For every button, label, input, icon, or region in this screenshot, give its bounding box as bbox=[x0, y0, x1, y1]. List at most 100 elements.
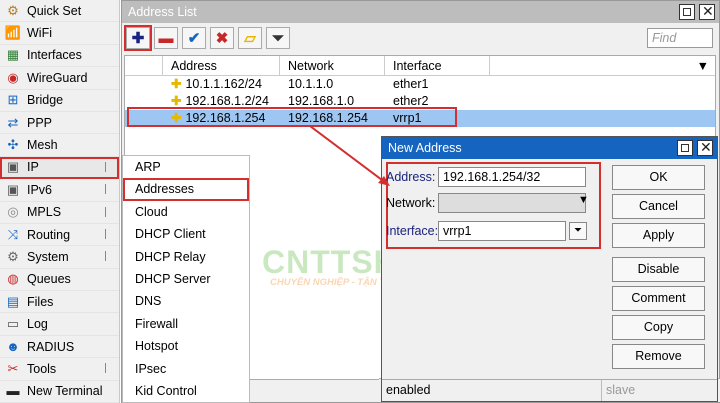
routing-icon: ⤨ bbox=[7, 226, 19, 242]
submenu-item-cloud[interactable]: Cloud bbox=[123, 201, 249, 223]
address-icon: ✚ bbox=[171, 94, 182, 108]
note-icon: ▱ bbox=[244, 30, 256, 47]
sidebar-item-mpls[interactable]: ◎ MPLS bbox=[0, 202, 119, 224]
filter-button[interactable]: ⏷ bbox=[266, 27, 290, 49]
terminal-icon: ▬ bbox=[6, 383, 20, 399]
submenu-item-arp[interactable]: ARP bbox=[123, 156, 249, 178]
comment-button[interactable]: ▱ bbox=[238, 27, 262, 49]
copy-button[interactable]: Copy bbox=[612, 315, 705, 340]
find-input[interactable]: Find bbox=[647, 28, 713, 48]
mesh-icon: ✣ bbox=[7, 137, 19, 153]
interface-select[interactable]: vrrp1 bbox=[438, 221, 566, 241]
submenu-item-dhcp-client[interactable]: DHCP Client bbox=[123, 223, 249, 245]
sidebar-item-system[interactable]: ⚙ System bbox=[0, 246, 119, 269]
sidebar-item-files[interactable]: ▤ Files bbox=[0, 291, 119, 314]
sidebar-item-queues[interactable]: ◍ Queues bbox=[0, 269, 119, 292]
table-row[interactable]: ✚ 10.1.1.162/24 10.1.1.0 ether1 bbox=[125, 76, 715, 93]
sidebar-item-tools[interactable]: ✂ Tools bbox=[0, 358, 119, 381]
queues-icon: ◍ bbox=[7, 271, 19, 287]
sidebar-item-wifi[interactable]: 📶 WiFi bbox=[0, 22, 119, 45]
minus-icon: ▬ bbox=[158, 29, 174, 47]
window-title: Address List bbox=[128, 5, 197, 19]
table-header: Address Network Interface ▼ bbox=[125, 56, 715, 76]
sidebar-item-ip[interactable]: ▣ IP bbox=[0, 156, 119, 180]
submenu-item-hotspot[interactable]: Hotspot bbox=[123, 335, 249, 357]
sidebar-item-label: Mesh bbox=[27, 138, 58, 153]
network-dropdown-icon[interactable]: ▼ bbox=[578, 194, 589, 206]
remove-button[interactable]: Remove bbox=[612, 344, 705, 369]
address-row: Address: 192.168.1.254/32 bbox=[386, 167, 586, 187]
col-interface[interactable]: Interface bbox=[385, 56, 490, 75]
disable-button[interactable]: ✖ bbox=[210, 27, 234, 49]
col-network[interactable]: Network bbox=[280, 56, 385, 75]
dialog-title: New Address bbox=[388, 141, 462, 155]
sidebar-item-new-terminal[interactable]: ▬ New Terminal bbox=[0, 381, 119, 403]
log-icon: ▭ bbox=[6, 316, 20, 332]
sidebar-item-ppp[interactable]: ⇄ PPP bbox=[0, 112, 119, 135]
address-label: Address: bbox=[386, 170, 436, 184]
tools-icon: ✂ bbox=[7, 360, 19, 376]
sidebar-item-bridge[interactable]: ⊞ Bridge bbox=[0, 90, 119, 112]
submenu-item-dhcp-relay[interactable]: DHCP Relay bbox=[123, 246, 249, 268]
sidebar-item-radius[interactable]: ☻ RADIUS bbox=[0, 336, 119, 359]
sidebar-item-label: Bridge bbox=[27, 93, 64, 108]
sidebar-item-interfaces[interactable]: ▦ Interfaces bbox=[0, 45, 119, 68]
sidebar-item-label: IPv6 bbox=[27, 182, 53, 197]
enable-button[interactable]: ✔ bbox=[182, 27, 206, 49]
sidebar-item-label: Files bbox=[27, 294, 54, 309]
address-list-toolbar: ✚ ▬ ✔ ✖ ▱ ⏷ Find bbox=[122, 23, 719, 53]
sidebar-item-label: Interfaces bbox=[27, 48, 82, 63]
sidebar-item-label: Tools bbox=[27, 361, 57, 376]
ok-button[interactable]: OK bbox=[612, 165, 705, 190]
disable-button[interactable]: Disable bbox=[612, 257, 705, 282]
submenu-arrow-icon bbox=[105, 251, 111, 262]
submenu-arrow-icon bbox=[105, 161, 111, 172]
interface-dropdown-icon[interactable]: ⏷ bbox=[569, 222, 587, 240]
interfaces-icon: ▦ bbox=[6, 47, 20, 63]
submenu-item-firewall[interactable]: Firewall bbox=[123, 313, 249, 335]
submenu-arrow-icon bbox=[105, 228, 111, 239]
files-icon: ▤ bbox=[6, 293, 20, 309]
column-menu-icon[interactable]: ▼ bbox=[697, 56, 709, 76]
status-slave: slave bbox=[606, 383, 636, 397]
maximize-button[interactable] bbox=[679, 4, 695, 20]
system-icon: ⚙ bbox=[7, 248, 19, 264]
sidebar-item-label: Log bbox=[27, 317, 48, 332]
status-enabled: enabled bbox=[382, 380, 602, 401]
submenu-item-dns[interactable]: DNS bbox=[123, 290, 249, 312]
remove-button[interactable]: ▬ bbox=[154, 27, 178, 49]
sidebar-item-label: WireGuard bbox=[27, 70, 88, 85]
submenu-item-addresses[interactable]: Addresses bbox=[123, 178, 249, 201]
submenu-item-dhcp-server[interactable]: DHCP Server bbox=[123, 268, 249, 290]
network-label: Network: bbox=[386, 196, 436, 210]
new-address-dialog: New Address ✕ Address: 192.168.1.254/32 … bbox=[381, 136, 718, 402]
sidebar-item-ipv6[interactable]: ▣ IPv6 bbox=[0, 179, 119, 202]
sidebar-item-quick-set[interactable]: ⚙ Quick Set bbox=[0, 0, 119, 23]
submenu-item-kid-control[interactable]: Kid Control bbox=[123, 380, 249, 402]
address-field[interactable]: 192.168.1.254/32 bbox=[438, 167, 586, 187]
ipv6-icon: ▣ bbox=[6, 181, 20, 197]
sidebar-item-label: RADIUS bbox=[27, 339, 75, 354]
dialog-close-button[interactable]: ✕ bbox=[697, 139, 713, 156]
filter-icon: ⏷ bbox=[271, 29, 284, 47]
close-button[interactable]: ✕ bbox=[699, 3, 715, 20]
sidebar-item-label: Routing bbox=[27, 227, 71, 242]
sidebar-item-wireguard[interactable]: ◉ WireGuard bbox=[0, 67, 119, 90]
sidebar-item-routing[interactable]: ⤨ Routing bbox=[0, 224, 119, 247]
main-menu-sidebar: ⚙ Quick Set 📶 WiFi ▦ Interfaces ◉ WireGuard ⊞ Bri… bbox=[0, 0, 120, 403]
col-address[interactable]: Address bbox=[163, 56, 280, 75]
dialog-maximize-button[interactable] bbox=[677, 140, 693, 156]
apply-button[interactable]: Apply bbox=[612, 223, 705, 248]
cancel-button[interactable]: Cancel bbox=[612, 194, 705, 219]
sidebar-item-label: Queues bbox=[27, 272, 71, 287]
sidebar-item-label: New Terminal bbox=[27, 384, 103, 399]
submenu-item-ipsec[interactable]: IPsec bbox=[123, 358, 249, 380]
network-field[interactable] bbox=[438, 193, 586, 213]
sidebar-item-log[interactable]: ▭ Log bbox=[0, 313, 119, 336]
add-button[interactable]: ✚ bbox=[124, 25, 152, 51]
sidebar-item-label: MPLS bbox=[27, 205, 62, 220]
comment-button[interactable]: Comment bbox=[612, 286, 705, 311]
sidebar-item-label: System bbox=[27, 249, 69, 264]
sidebar-item-mesh[interactable]: ✣ Mesh bbox=[0, 134, 119, 157]
quick-set-icon: ⚙ bbox=[7, 2, 19, 18]
